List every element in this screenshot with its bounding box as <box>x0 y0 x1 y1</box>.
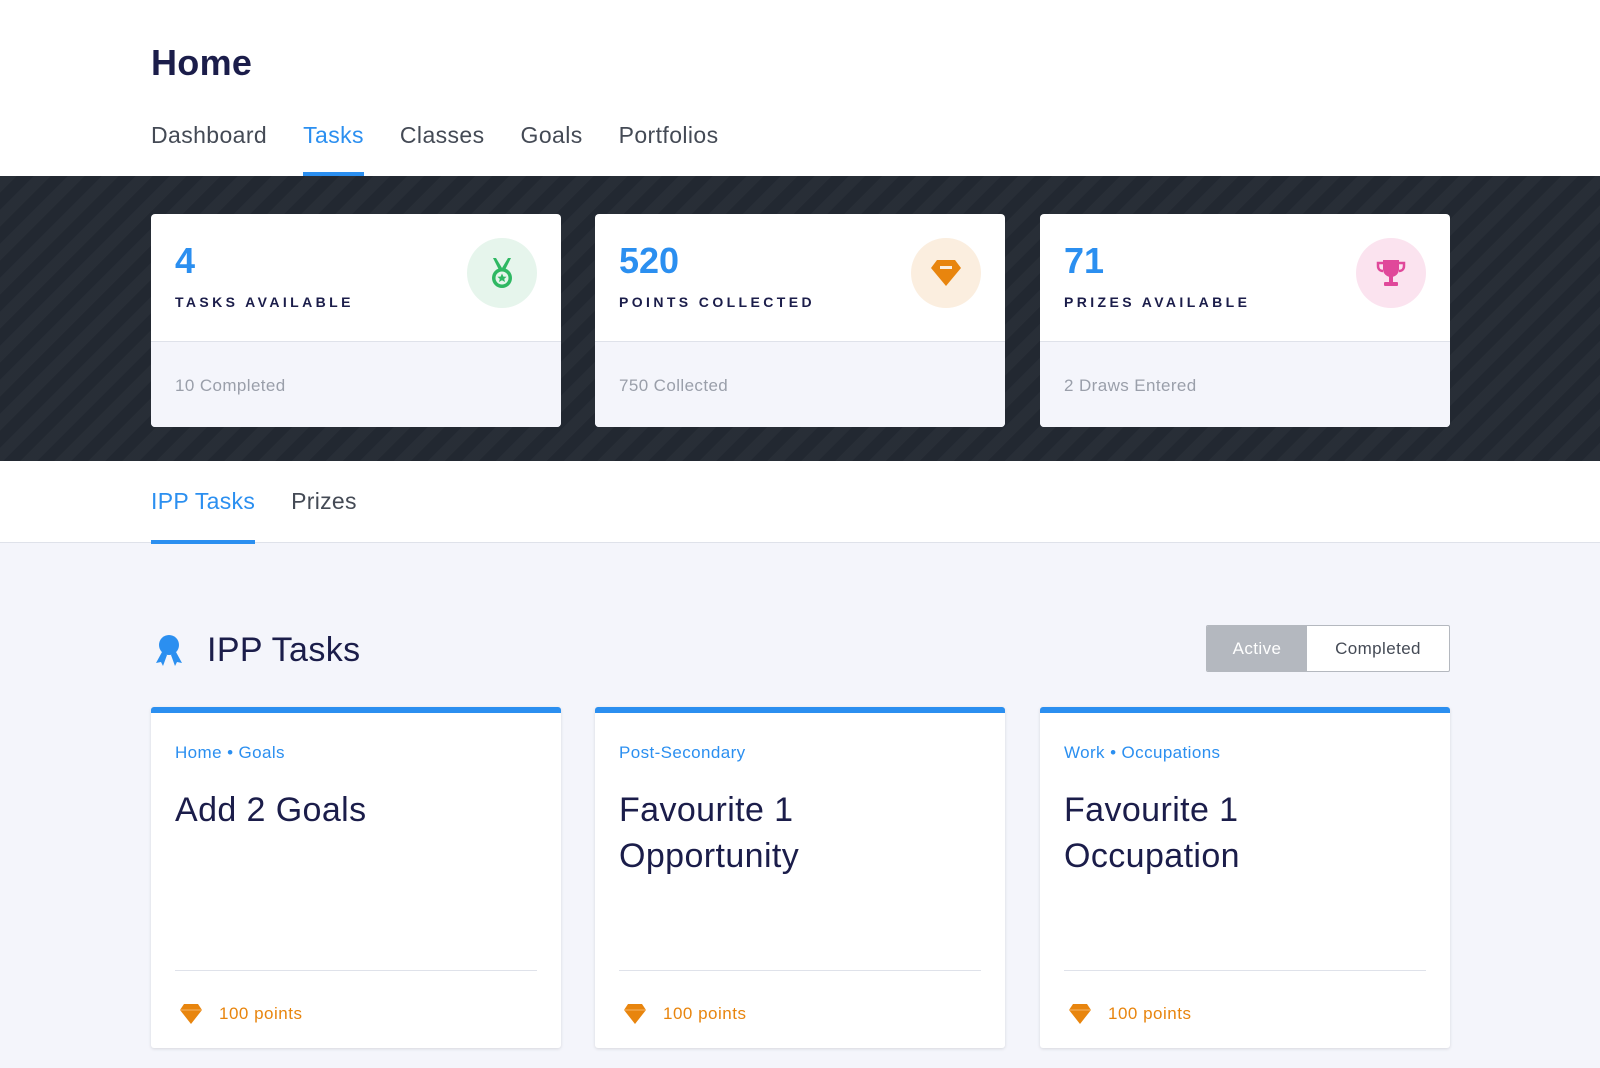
sub-tabs-bar: IPP Tasks Prizes <box>0 461 1600 544</box>
diamond-icon <box>624 1004 646 1024</box>
stat-label: POINTS COLLECTED <box>619 294 815 310</box>
tab-ipp-tasks[interactable]: IPP Tasks <box>151 488 256 544</box>
task-card[interactable]: Post-Secondary Favourite 1 Opportunity 1… <box>595 707 1005 1048</box>
award-ribbon-icon <box>156 635 182 666</box>
tab-prizes[interactable]: Prizes <box>291 488 357 543</box>
status-toggle: Active Completed <box>1206 625 1450 672</box>
task-category: Work • Occupations <box>1064 743 1221 762</box>
page-header: Home Dashboard Tasks Classes Goals Portf… <box>0 0 1600 176</box>
tab-goals[interactable]: Goals <box>521 122 583 176</box>
medal-icon <box>467 238 537 308</box>
stat-card-tasks: 4 TASKS AVAILABLE 10 Completed <box>151 214 561 427</box>
completed-toggle-button[interactable]: Completed <box>1307 626 1449 671</box>
divider <box>1064 970 1426 971</box>
stat-subtext: 750 Collected <box>619 376 729 395</box>
stat-value: 4 <box>175 240 196 281</box>
task-points: 100 points <box>623 1003 746 1025</box>
stat-value: 71 <box>1064 240 1105 281</box>
task-category: Home • Goals <box>175 743 285 762</box>
stat-label: PRIZES AVAILABLE <box>1064 294 1251 310</box>
section-title: IPP Tasks <box>207 630 361 669</box>
task-points: 100 points <box>179 1003 302 1025</box>
tab-portfolios[interactable]: Portfolios <box>619 122 719 176</box>
tab-classes[interactable]: Classes <box>400 122 485 176</box>
sub-tabs: IPP Tasks Prizes <box>151 488 393 544</box>
task-category: Post-Secondary <box>619 743 746 762</box>
points-label: 100 points <box>219 1004 303 1023</box>
stat-card-points: 520 POINTS COLLECTED 750 Collected <box>595 214 1005 427</box>
active-toggle-button[interactable]: Active <box>1207 626 1307 671</box>
section-header: IPP Tasks <box>151 628 361 672</box>
tab-dashboard[interactable]: Dashboard <box>151 122 267 176</box>
main-tabs: Dashboard Tasks Classes Goals Portfolios <box>151 122 755 176</box>
task-card[interactable]: Home • Goals Add 2 Goals 100 points <box>151 707 561 1048</box>
trophy-icon <box>1356 238 1426 308</box>
stat-subtext: 2 Draws Entered <box>1064 376 1197 395</box>
diamond-icon <box>180 1004 202 1024</box>
points-label: 100 points <box>663 1004 747 1023</box>
tab-tasks[interactable]: Tasks <box>303 122 364 176</box>
stat-value: 520 <box>619 240 680 281</box>
page-title: Home <box>151 42 253 83</box>
stat-label: TASKS AVAILABLE <box>175 294 354 310</box>
stats-band: 4 TASKS AVAILABLE 10 Completed 520 POINT… <box>0 176 1600 461</box>
diamond-icon <box>1069 1004 1091 1024</box>
task-card[interactable]: Work • Occupations Favourite 1 Occupatio… <box>1040 707 1450 1048</box>
stat-card-prizes: 71 PRIZES AVAILABLE 2 Draws Entered <box>1040 214 1450 427</box>
stat-subtext: 10 Completed <box>175 376 286 395</box>
task-points: 100 points <box>1068 1003 1191 1025</box>
task-title: Favourite 1 Occupation <box>1064 791 1240 875</box>
divider <box>175 970 537 971</box>
points-label: 100 points <box>1108 1004 1192 1023</box>
task-title: Favourite 1 Opportunity <box>619 791 800 875</box>
divider <box>619 970 981 971</box>
task-title: Add 2 Goals <box>175 791 367 829</box>
diamond-icon <box>911 238 981 308</box>
